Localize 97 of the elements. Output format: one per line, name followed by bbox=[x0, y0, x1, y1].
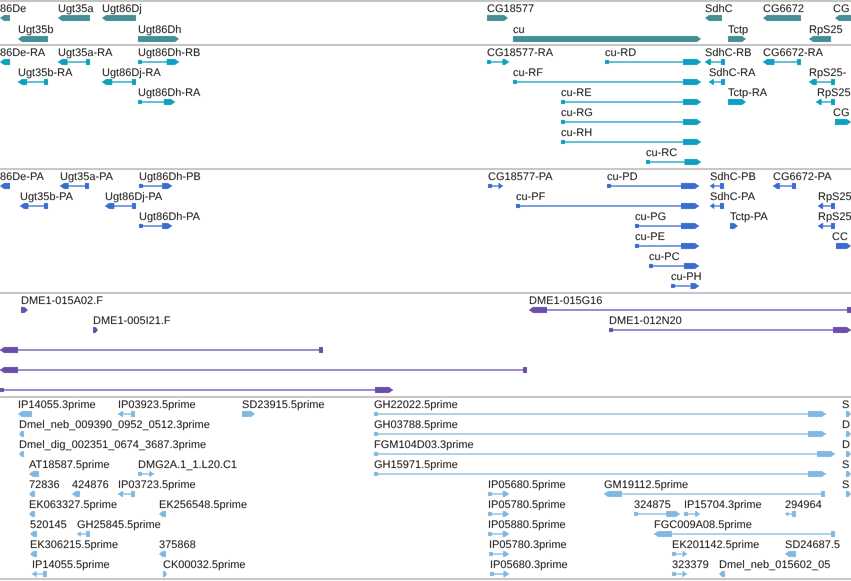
feature-label: Tctp-PA bbox=[730, 211, 768, 223]
feature-label: GH15971.5prime bbox=[374, 459, 458, 471]
feature-label: cu-PH bbox=[671, 271, 702, 283]
feature-label: DME1-015G16 bbox=[529, 295, 602, 307]
feature-label: Ugt35b-RA bbox=[18, 67, 72, 79]
feature-label: Ugt86Dh-PA bbox=[139, 211, 200, 223]
feature-label: GH25845.5prime bbox=[77, 519, 161, 531]
feature-label: EK306215.5prime bbox=[30, 539, 118, 551]
feature-label: CG18577-PA bbox=[488, 171, 553, 183]
feature-label: cu-PD bbox=[607, 171, 638, 183]
feature-label: CG6672-PA bbox=[773, 171, 832, 183]
feature-label: SD23915.5prime bbox=[242, 399, 325, 411]
feature-label: cu-RE bbox=[561, 87, 592, 99]
feature-label: 375868 bbox=[159, 539, 196, 551]
feature-label: Ugt86Dh-PB bbox=[139, 171, 201, 183]
feature-label: IP05780.3prime bbox=[489, 539, 567, 551]
feature-label: SdhC-RA bbox=[709, 67, 756, 79]
feature-label: SdhC-PA bbox=[710, 191, 756, 203]
feature-label: D bbox=[842, 439, 850, 451]
feature-label: FGM104D03.3prime bbox=[374, 439, 474, 451]
feature-label: CC bbox=[832, 231, 848, 243]
feature-label: SD24687.5 bbox=[785, 539, 840, 551]
feature-label: Tctp-RA bbox=[728, 87, 768, 99]
feature-label: SdhC bbox=[705, 3, 733, 15]
feature-label: Tctp bbox=[728, 24, 748, 36]
feature-label: EK256548.5prime bbox=[159, 499, 248, 511]
feature-label: 86De-RA bbox=[0, 47, 46, 59]
feature-label: CG bbox=[833, 3, 850, 15]
feature-label: S bbox=[842, 479, 850, 491]
feature-label: GH03788.5prime bbox=[374, 419, 458, 431]
feature-label: Ugt35a bbox=[58, 3, 94, 15]
feature-label: cu bbox=[513, 24, 525, 36]
feature-label: Dmel_neb_009390_0952_0512.3prime bbox=[19, 419, 210, 431]
feature-label: EK201142.5prime bbox=[672, 539, 760, 551]
feature-label: cu-RD bbox=[605, 47, 636, 59]
feature-label: GM19112.5prime bbox=[604, 479, 688, 491]
feature-label: FGC009A08.5prime bbox=[654, 519, 752, 531]
feature-label: DME1-015A02.F bbox=[21, 295, 103, 307]
feature-label: 520145 bbox=[30, 519, 67, 531]
feature-label: DME1-005I21.F bbox=[93, 315, 171, 327]
feature-label: Ugt86Dj bbox=[102, 3, 142, 15]
feature-label: IP05880.5prime bbox=[488, 519, 566, 531]
feature-label: S bbox=[842, 459, 850, 471]
feature-label: DMG2A.1_1.L20.C1 bbox=[138, 459, 238, 471]
feature-label: 86De bbox=[0, 3, 26, 15]
feature-label: 323379 bbox=[672, 559, 709, 571]
feature-label: cu-PE bbox=[635, 231, 665, 243]
feature-label: CK00032.5prime bbox=[163, 559, 246, 571]
feature-label: 424876 bbox=[72, 479, 109, 491]
feature-label: SdhC-RB bbox=[705, 47, 752, 59]
feature-label: S bbox=[842, 399, 850, 411]
feature-label: Ugt35b bbox=[18, 24, 54, 36]
feature-label: RpS25 bbox=[818, 191, 851, 203]
feature-label: Ugt86Dh-RB bbox=[138, 47, 200, 59]
feature-label: Ugt86Dj-PA bbox=[105, 191, 162, 203]
feature-label: RpS25 bbox=[817, 87, 851, 99]
feature-label: cu-PC bbox=[649, 251, 680, 263]
feature-label: 324875 bbox=[634, 499, 671, 511]
feature-label: D bbox=[842, 419, 850, 431]
feature-label: IP03923.5prime bbox=[118, 399, 196, 411]
feature-label: SdhC-PB bbox=[710, 171, 756, 183]
feature-label: RpS25- bbox=[809, 67, 846, 79]
feature-label: IP14055.5prime bbox=[32, 559, 110, 571]
feature-label: IP14055.3prime bbox=[18, 399, 96, 411]
feature-label: Ugt86Dh-RA bbox=[138, 87, 200, 99]
feature-label: DME1-012N20 bbox=[609, 315, 682, 327]
feature-label: cu-RF bbox=[513, 67, 543, 79]
feature-label: CG bbox=[833, 107, 850, 119]
feature-label: cu-PF bbox=[516, 191, 546, 203]
feature-label: CG6672 bbox=[763, 3, 804, 15]
feature-label: Ugt35a-RA bbox=[58, 47, 112, 59]
feature-label: CG18577 bbox=[487, 3, 534, 15]
feature-label: cu-PG bbox=[635, 211, 666, 223]
feature-label: IP03723.5prime bbox=[118, 479, 196, 491]
feature-label: cu-RH bbox=[561, 127, 592, 139]
feature-label: IP05680.5prime bbox=[488, 479, 566, 491]
feature-label: Dmel_neb_015602_05 bbox=[719, 559, 830, 571]
feature-label: 72836 bbox=[29, 479, 60, 491]
feature-label: GH22022.5prime bbox=[374, 399, 458, 411]
feature-label: RpS25 bbox=[818, 211, 851, 223]
feature-label: CG6672-RA bbox=[763, 47, 823, 59]
feature-label: IP05780.5prime bbox=[488, 499, 566, 511]
feature-label: 86De-PA bbox=[0, 171, 44, 183]
feature-label: 294964 bbox=[785, 499, 822, 511]
feature-label: Ugt86Dj-RA bbox=[102, 67, 161, 79]
feature-label: EK063327.5prime bbox=[29, 499, 118, 511]
feature-label: Dmel_dig_002351_0674_3687.3prime bbox=[19, 439, 206, 451]
feature-label: Ugt35a-PA bbox=[60, 171, 113, 183]
feature-label: cu-RG bbox=[561, 107, 593, 119]
feature-label: IP15704.3prime bbox=[684, 499, 762, 511]
feature-label: IP05680.3prime bbox=[490, 559, 568, 571]
feature-label: RpS25 bbox=[809, 24, 843, 36]
feature-label: Ugt86Dh bbox=[138, 24, 182, 36]
feature-label: cu-RC bbox=[646, 147, 678, 159]
feature-label: CG18577-RA bbox=[487, 47, 554, 59]
feature-label: AT18587.5prime bbox=[29, 459, 110, 471]
feature-label: Ugt35b-PA bbox=[20, 191, 73, 203]
